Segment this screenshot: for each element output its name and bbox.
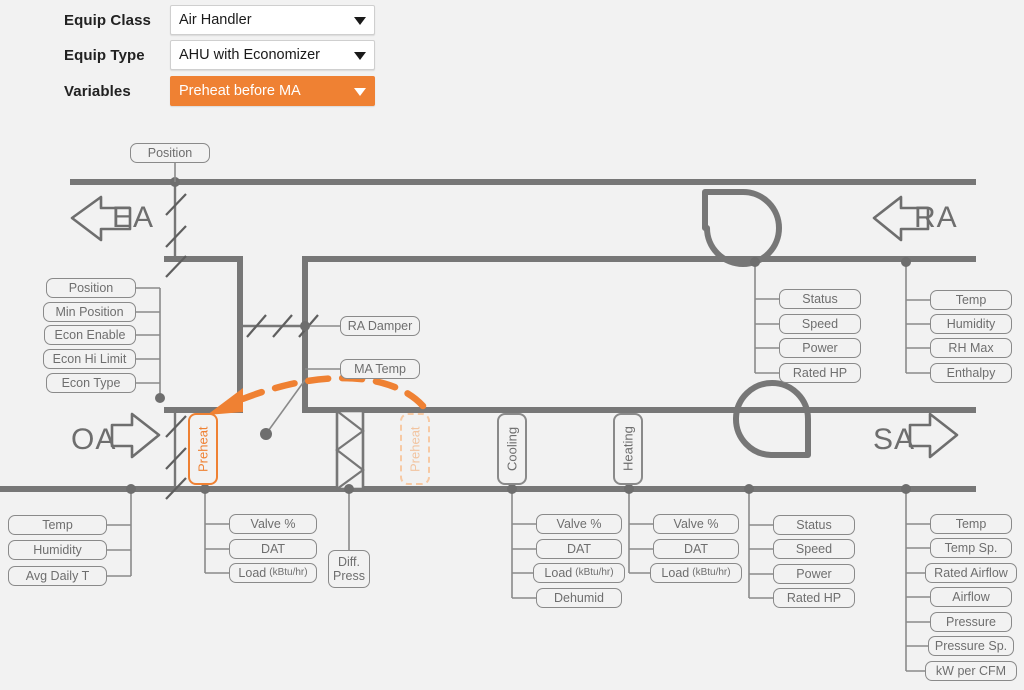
tag-econ-enable[interactable]: Econ Enable: [44, 325, 136, 345]
tag-return-fan-speed[interactable]: Speed: [779, 314, 861, 334]
tag-econ-type[interactable]: Econ Type: [46, 373, 136, 393]
tag-preheat-load[interactable]: Load (kBtu/hr): [229, 563, 317, 583]
tag-preheat-load-unit: (kBtu/hr): [269, 568, 307, 578]
tag-return-air-rh-max[interactable]: RH Max: [930, 338, 1012, 358]
tag-filter-diff-press[interactable]: Diff. Press: [328, 550, 370, 588]
exhaust-air-label: EA: [112, 203, 154, 233]
tag-heating-valve[interactable]: Valve %: [653, 514, 739, 534]
screen: Equip Class Air Handler Equip Type AHU w…: [0, 0, 1024, 690]
tag-filter-diff-press-line2: Press: [333, 569, 365, 583]
tag-cooling-dehumid[interactable]: Dehumid: [536, 588, 622, 608]
tag-heating-load-name: Load: [661, 567, 689, 580]
tag-heating-dat[interactable]: DAT: [653, 539, 739, 559]
tag-return-fan-rated-hp[interactable]: Rated HP: [779, 363, 861, 383]
tag-ra-damper[interactable]: RA Damper: [340, 316, 420, 336]
oa-damper-icon: [166, 408, 186, 499]
tag-supply-fan-status[interactable]: Status: [773, 515, 855, 535]
supply-air-arrow-icon: [910, 414, 957, 457]
component-preheat-ghost[interactable]: Preheat: [400, 413, 430, 485]
return-fan-icon: [705, 192, 779, 264]
filter-icon: [337, 411, 363, 489]
return-air-label: RA: [914, 203, 958, 233]
tag-outside-air-humidity[interactable]: Humidity: [8, 540, 107, 560]
tag-econ-position[interactable]: Position: [46, 278, 136, 298]
tag-supply-air-kw-per-cfm[interactable]: kW per CFM: [925, 661, 1017, 681]
component-heating[interactable]: Heating: [613, 413, 643, 485]
tag-supply-fan-speed[interactable]: Speed: [773, 539, 855, 559]
outside-air-label: OA: [71, 425, 116, 455]
component-cooling[interactable]: Cooling: [497, 413, 527, 485]
tag-cooling-valve[interactable]: Valve %: [536, 514, 622, 534]
tag-return-air-enthalpy[interactable]: Enthalpy: [930, 363, 1012, 383]
tag-preheat-dat[interactable]: DAT: [229, 539, 317, 559]
ahu-schematic: [0, 0, 1024, 690]
tag-return-air-humidity[interactable]: Humidity: [930, 314, 1012, 334]
tag-outside-air-avg-daily-t[interactable]: Avg Daily T: [8, 566, 107, 586]
tag-heating-load[interactable]: Load (kBtu/hr): [650, 563, 742, 583]
tag-preheat-load-name: Load: [238, 567, 266, 580]
tag-cooling-dat[interactable]: DAT: [536, 539, 622, 559]
tag-supply-air-temp[interactable]: Temp: [930, 514, 1012, 534]
tag-outside-air-temp[interactable]: Temp: [8, 515, 107, 535]
tag-supply-air-pressure[interactable]: Pressure: [930, 612, 1012, 632]
tag-ma-temp[interactable]: MA Temp: [340, 359, 420, 379]
tag-supply-air-airflow[interactable]: Airflow: [930, 587, 1012, 607]
tag-supply-air-rated-airflow[interactable]: Rated Airflow: [925, 563, 1017, 583]
tag-econ-hi-limit[interactable]: Econ Hi Limit: [43, 349, 136, 369]
tag-cooling-load-name: Load: [544, 567, 572, 580]
tag-return-fan-power[interactable]: Power: [779, 338, 861, 358]
supply-fan-icon: [736, 383, 808, 455]
component-preheat-active[interactable]: Preheat: [188, 413, 218, 485]
tag-supply-fan-power[interactable]: Power: [773, 564, 855, 584]
tag-return-air-temp[interactable]: Temp: [930, 290, 1012, 310]
tag-filter-diff-press-line1: Diff.: [338, 555, 360, 569]
tag-preheat-valve[interactable]: Valve %: [229, 514, 317, 534]
tag-heating-load-unit: (kBtu/hr): [692, 568, 730, 578]
outside-air-arrow-icon: [112, 414, 159, 457]
tag-return-fan-status[interactable]: Status: [779, 289, 861, 309]
tag-supply-air-temp-sp[interactable]: Temp Sp.: [930, 538, 1012, 558]
tag-cooling-load[interactable]: Load (kBtu/hr): [533, 563, 625, 583]
tag-cooling-load-unit: (kBtu/hr): [575, 568, 613, 578]
tag-supply-air-pressure-sp[interactable]: Pressure Sp.: [928, 636, 1014, 656]
tag-supply-fan-rated-hp[interactable]: Rated HP: [773, 588, 855, 608]
supply-air-label: SA: [873, 425, 915, 455]
tag-econ-min-position[interactable]: Min Position: [43, 302, 136, 322]
tag-ea-damper-position[interactable]: Position: [130, 143, 210, 163]
